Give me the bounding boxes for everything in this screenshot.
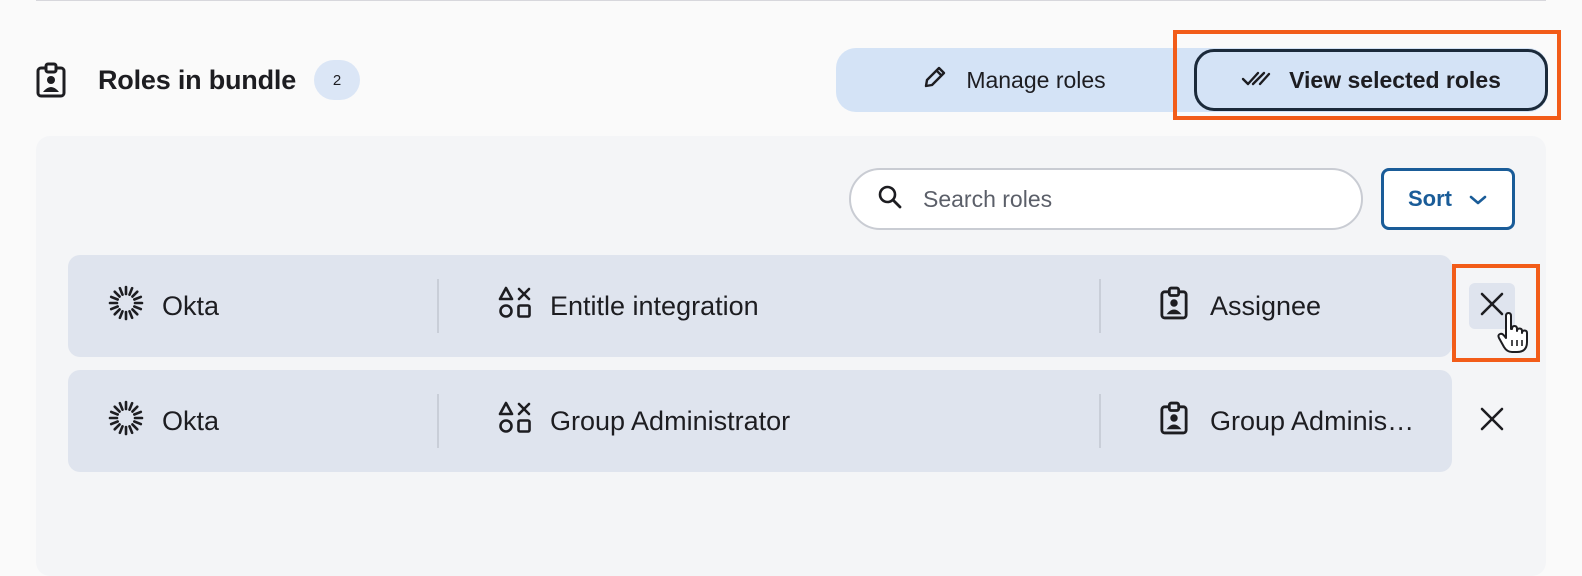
resource-cell: Entitle integration [498,255,1098,357]
manage-roles-button[interactable]: Manage roles [836,48,1192,112]
roles-count-badge: 2 [314,60,361,100]
search-icon [877,184,923,215]
double-check-icon [1241,67,1289,94]
search-input[interactable] [923,185,1343,213]
view-selected-roles-button[interactable]: View selected roles [1194,49,1548,111]
cell-divider [437,279,439,333]
okta-logo-icon [108,400,162,443]
shapes-icon [498,401,550,442]
resource-name: Group Administrator [550,405,791,436]
role-badge-icon [1160,286,1210,327]
role-badge-icon [36,60,72,100]
resource-cell: Group Administrator [498,370,1098,472]
role-name: Group Administrator [1210,405,1416,436]
manage-roles-label: Manage roles [966,66,1106,93]
pencil-icon [922,64,966,96]
sort-button[interactable]: Sort [1381,168,1515,230]
search-field[interactable] [849,168,1363,230]
sort-label: Sort [1408,186,1452,211]
role-cell: Assignee [1160,255,1420,357]
app-cell: Okta [108,370,428,472]
view-toggle: Manage roles View selected roles [836,48,1548,112]
resource-name: Entitle integration [550,290,759,321]
close-icon [1479,406,1505,437]
hand-cursor-icon [1496,312,1530,359]
role-row: Okta Entitle integration Assignee [68,255,1452,357]
role-badge-icon [1160,401,1210,442]
app-name: Okta [162,290,220,321]
cell-divider [1099,394,1101,448]
section-header: Roles in bundle 2 [36,56,361,104]
chevron-down-icon [1452,186,1488,212]
role-row: Okta Group Administrator Group Administr… [68,370,1452,472]
view-selected-roles-label: View selected roles [1289,66,1501,93]
cell-divider [437,394,439,448]
cell-divider [1099,279,1101,333]
app-cell: Okta [108,255,428,357]
role-name: Assignee [1210,290,1322,321]
top-divider [36,0,1546,1]
app-name: Okta [162,405,220,436]
remove-role-button[interactable] [1469,398,1515,444]
role-cell: Group Administrator [1160,370,1420,472]
shapes-icon [498,286,550,327]
page-title: Roles in bundle [98,64,297,95]
okta-logo-icon [108,285,162,328]
